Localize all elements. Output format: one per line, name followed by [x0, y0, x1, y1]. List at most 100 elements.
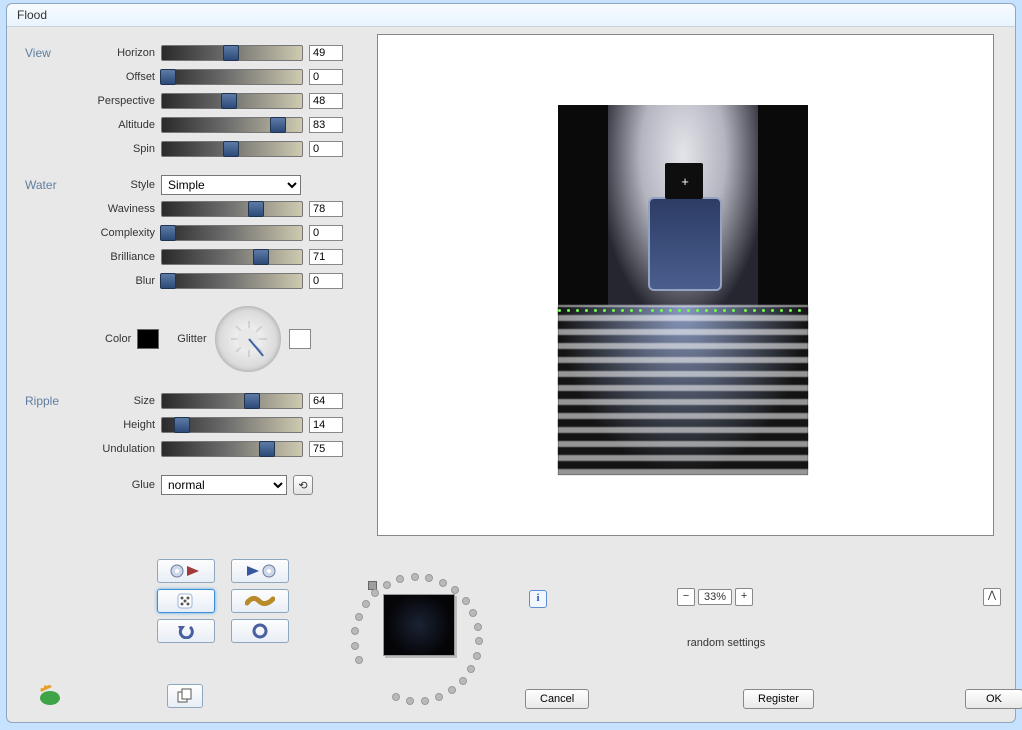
- content-area: View Horizon Offset Perspective: [17, 34, 1005, 712]
- preset-dot[interactable]: [411, 573, 419, 581]
- altitude-thumb[interactable]: [270, 117, 286, 133]
- horizon-thumb[interactable]: [223, 45, 239, 61]
- glitter-label: Glitter: [177, 333, 206, 345]
- spin-value[interactable]: [309, 141, 343, 157]
- glitter-row: Color Glitter: [105, 304, 355, 374]
- play-disc-button[interactable]: [231, 559, 289, 583]
- preset-dot[interactable]: [406, 697, 414, 705]
- collapse-button[interactable]: ⋀: [983, 588, 1001, 606]
- brilliance-thumb[interactable]: [253, 249, 269, 265]
- size-thumb[interactable]: [244, 393, 260, 409]
- copy-button[interactable]: [167, 684, 203, 708]
- offset-value[interactable]: [309, 69, 343, 85]
- zoom-out-button[interactable]: −: [677, 588, 695, 606]
- blur-label: Blur: [25, 275, 161, 287]
- zoom-value[interactable]: 33%: [698, 589, 732, 605]
- altitude-slider[interactable]: [161, 117, 303, 133]
- glue-loop-button[interactable]: ⟲: [293, 475, 313, 495]
- crosshair-icon[interactable]: +: [680, 177, 690, 187]
- window-title: Flood: [17, 8, 47, 22]
- preset-dot[interactable]: [448, 686, 456, 694]
- wave-preset-button[interactable]: [231, 589, 289, 613]
- preset-dot[interactable]: [451, 586, 459, 594]
- glue-row: Glue normal ⟲: [25, 476, 355, 494]
- preset-dot[interactable]: [351, 642, 359, 650]
- preview-image: +: [558, 105, 808, 475]
- zoom-control: − 33% +: [677, 588, 753, 606]
- water-section-label: Water: [25, 178, 57, 192]
- preset-dot[interactable]: [473, 652, 481, 660]
- reset-button[interactable]: [231, 619, 289, 643]
- waviness-slider[interactable]: [161, 201, 303, 217]
- blur-slider[interactable]: [161, 273, 303, 289]
- height-thumb[interactable]: [174, 417, 190, 433]
- complexity-value[interactable]: [309, 225, 343, 241]
- offset-thumb[interactable]: [160, 69, 176, 85]
- perspective-slider[interactable]: [161, 93, 303, 109]
- ok-button[interactable]: OK: [965, 689, 1022, 709]
- controls-panel: View Horizon Offset Perspective: [25, 44, 355, 500]
- dice-random-button[interactable]: [157, 589, 215, 613]
- plugin-window: Flood View Horizon Offset: [6, 3, 1016, 723]
- complexity-thumb[interactable]: [160, 225, 176, 241]
- waviness-value[interactable]: [309, 201, 343, 217]
- view-section: View Horizon Offset Perspective: [25, 44, 355, 158]
- undulation-slider[interactable]: [161, 441, 303, 457]
- spin-thumb[interactable]: [223, 141, 239, 157]
- preset-dot[interactable]: [469, 609, 477, 617]
- style-select[interactable]: Simple: [161, 175, 301, 195]
- color-swatch[interactable]: [137, 329, 159, 349]
- spin-slider[interactable]: [161, 141, 303, 157]
- height-label: Height: [25, 419, 161, 431]
- blur-thumb[interactable]: [160, 273, 176, 289]
- offset-slider[interactable]: [161, 69, 303, 85]
- brilliance-slider[interactable]: [161, 249, 303, 265]
- preset-dot[interactable]: [435, 693, 443, 701]
- preset-dot[interactable]: [355, 613, 363, 621]
- color-label: Color: [105, 333, 131, 345]
- preset-dot[interactable]: [392, 693, 400, 701]
- height-value[interactable]: [309, 417, 343, 433]
- undo-button[interactable]: [157, 619, 215, 643]
- preset-dot[interactable]: [351, 627, 359, 635]
- preview-panel[interactable]: +: [377, 34, 994, 536]
- horizon-value[interactable]: [309, 45, 343, 61]
- zoom-in-button[interactable]: +: [735, 588, 753, 606]
- preset-dot[interactable]: [459, 677, 467, 685]
- preset-dot[interactable]: [421, 697, 429, 705]
- preset-dot[interactable]: [425, 574, 433, 582]
- perspective-value[interactable]: [309, 93, 343, 109]
- brilliance-value[interactable]: [309, 249, 343, 265]
- preset-dot[interactable]: [396, 575, 404, 583]
- register-button[interactable]: Register: [743, 689, 814, 709]
- horizon-guide[interactable]: [558, 303, 808, 307]
- undulation-thumb[interactable]: [259, 441, 275, 457]
- waviness-thumb[interactable]: [248, 201, 264, 217]
- spin-label: Spin: [25, 143, 161, 155]
- preset-dot[interactable]: [362, 600, 370, 608]
- preset-dot[interactable]: [371, 589, 379, 597]
- size-slider[interactable]: [161, 393, 303, 409]
- preset-dot[interactable]: [383, 581, 391, 589]
- undulation-value[interactable]: [309, 441, 343, 457]
- height-slider[interactable]: [161, 417, 303, 433]
- preset-thumbnail: [383, 594, 455, 656]
- preset-dot[interactable]: [462, 597, 470, 605]
- complexity-slider[interactable]: [161, 225, 303, 241]
- disc-play-button[interactable]: [157, 559, 215, 583]
- glitter-swatch[interactable]: [289, 329, 311, 349]
- glue-label: Glue: [25, 479, 161, 491]
- size-value[interactable]: [309, 393, 343, 409]
- vendor-logo-icon: [35, 684, 63, 706]
- blur-value[interactable]: [309, 273, 343, 289]
- glitter-dial[interactable]: [215, 306, 281, 372]
- preset-dot[interactable]: [355, 656, 363, 664]
- preset-rotary[interactable]: [347, 574, 487, 714]
- preset-dot[interactable]: [467, 665, 475, 673]
- preset-dot[interactable]: [439, 579, 447, 587]
- cancel-button[interactable]: Cancel: [525, 689, 589, 709]
- glue-select[interactable]: normal: [161, 475, 287, 495]
- horizon-slider[interactable]: [161, 45, 303, 61]
- altitude-value[interactable]: [309, 117, 343, 133]
- perspective-thumb[interactable]: [221, 93, 237, 109]
